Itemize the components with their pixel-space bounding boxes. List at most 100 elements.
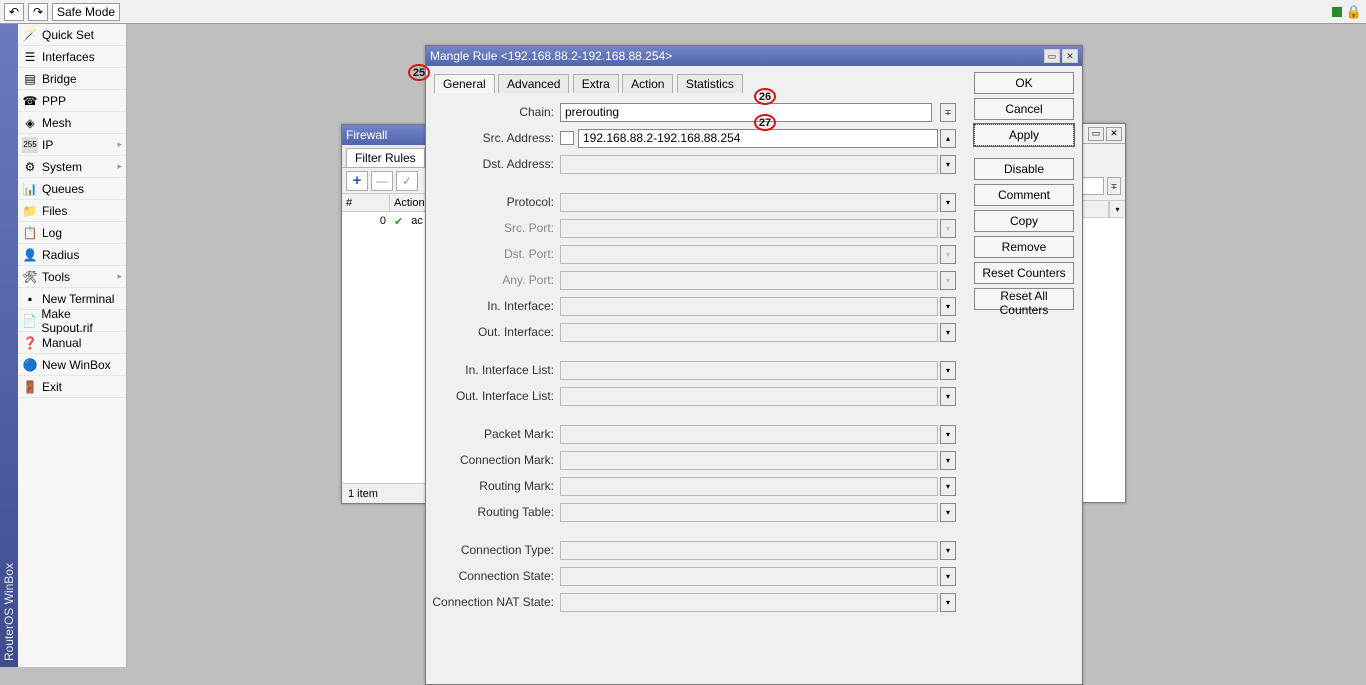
queues-icon: 📊 <box>22 181 38 197</box>
expand-button[interactable]: ▾ <box>940 503 956 522</box>
column-menu-button[interactable]: ▾ <box>1109 201 1125 217</box>
sidebar-item-label: Queues <box>42 182 84 196</box>
chain-input[interactable] <box>560 103 932 122</box>
tab-statistics[interactable]: Statistics <box>677 74 743 93</box>
annotation-badge-25: 25 <box>408 64 430 81</box>
protocol-input[interactable] <box>560 193 938 212</box>
routing-table-input[interactable] <box>560 503 938 522</box>
conn-mark-input[interactable] <box>560 451 938 470</box>
in-interface-input[interactable] <box>560 297 938 316</box>
expand-button[interactable]: ▾ <box>940 477 956 496</box>
routing-table-label: Routing Table: <box>432 505 560 519</box>
expand-button[interactable]: ▾ <box>940 593 956 612</box>
ppp-icon: ☎ <box>22 93 38 109</box>
close-button[interactable]: ✕ <box>1062 49 1078 63</box>
disable-button[interactable]: Disable <box>974 158 1074 180</box>
sidebar-item-mesh[interactable]: ◈Mesh <box>18 112 126 134</box>
sidebar-item-ppp[interactable]: ☎PPP <box>18 90 126 112</box>
sidebar-item-files[interactable]: 📁Files <box>18 200 126 222</box>
sidebar-item-label: Log <box>42 226 62 240</box>
sidebar-item-winbox[interactable]: 🔵New WinBox <box>18 354 126 376</box>
sidebar-item-label: Tools <box>42 270 70 284</box>
mangle-titlebar[interactable]: Mangle Rule <192.168.88.2-192.168.88.254… <box>426 46 1082 66</box>
src-address-input[interactable] <box>578 129 938 148</box>
out-interface-input[interactable] <box>560 323 938 342</box>
interfaces-icon: ☰ <box>22 49 38 65</box>
sidebar-item-interfaces[interactable]: ☰Interfaces <box>18 46 126 68</box>
undo-button[interactable]: ↶ <box>4 3 24 21</box>
add-button[interactable]: + <box>346 171 368 191</box>
sidebar-item-system[interactable]: ⚙System▸ <box>18 156 126 178</box>
tab-action[interactable]: Action <box>622 74 673 93</box>
reset-counters-button[interactable]: Reset Counters <box>974 262 1074 284</box>
redo-button[interactable]: ↷ <box>28 3 48 21</box>
sidebar-item-log[interactable]: 📋Log <box>18 222 126 244</box>
minimize-button[interactable]: ▭ <box>1044 49 1060 63</box>
sidebar-item-exit[interactable]: 🚪Exit <box>18 376 126 398</box>
dst-address-label: Dst. Address: <box>432 157 560 171</box>
sidebar-item-queues[interactable]: 📊 Queues <box>18 178 126 200</box>
mangle-rule-window: Mangle Rule <192.168.88.2-192.168.88.254… <box>425 45 1083 685</box>
out-iflist-input[interactable] <box>560 387 938 406</box>
expand-button[interactable]: ▾ <box>940 567 956 586</box>
ok-button[interactable]: OK <box>974 72 1074 94</box>
comment-button[interactable]: Comment <box>974 184 1074 206</box>
expand-button[interactable]: ▾ <box>940 361 956 380</box>
src-address-label: Src. Address: <box>432 131 560 145</box>
expand-button[interactable]: ▾ <box>940 323 956 342</box>
expand-button[interactable]: ▾ <box>940 425 956 444</box>
tab-extra[interactable]: Extra <box>573 74 619 93</box>
tab-general[interactable]: General <box>434 74 495 93</box>
any-port-label: Any. Port: <box>432 273 560 287</box>
tab-advanced[interactable]: Advanced <box>498 74 569 93</box>
sidebar-item-supout[interactable]: 📄Make Supout.rif <box>18 310 126 332</box>
brand-label: RouterOS WinBox <box>2 557 16 667</box>
src-address-invert-checkbox[interactable] <box>560 131 574 145</box>
minimize-button[interactable]: ▭ <box>1088 127 1104 141</box>
conn-state-input[interactable] <box>560 567 938 586</box>
sidebar-item-label: System <box>42 160 82 174</box>
ip-icon: 255 <box>22 137 38 153</box>
conn-mark-label: Connection Mark: <box>432 453 560 467</box>
in-iflist-input[interactable] <box>560 361 938 380</box>
sidebar-item-label: New WinBox <box>42 358 111 372</box>
tab-filter-rules[interactable]: Filter Rules <box>346 148 425 167</box>
sidebar-item-quickset[interactable]: 🪄Quick Set <box>18 24 126 46</box>
bridge-icon: ▤ <box>22 71 38 87</box>
conn-nat-input[interactable] <box>560 593 938 612</box>
sidebar-item-ip[interactable]: 255IP▸ <box>18 134 126 156</box>
copy-button[interactable]: Copy <box>974 210 1074 232</box>
expand-button[interactable]: ▾ <box>940 541 956 560</box>
expand-button[interactable]: ▾ <box>940 451 956 470</box>
safe-mode-button[interactable]: Safe Mode <box>52 3 120 21</box>
remove-button[interactable]: Remove <box>974 236 1074 258</box>
dst-port-input <box>560 245 938 264</box>
apply-button[interactable]: Apply <box>974 124 1074 146</box>
expand-button[interactable]: ▾ <box>940 155 956 174</box>
collapse-button[interactable]: ▴ <box>940 129 956 148</box>
sidebar-item-bridge[interactable]: ▤Bridge <box>18 68 126 90</box>
sidebar-item-radius[interactable]: 👤Radius <box>18 244 126 266</box>
expand-button[interactable]: ▾ <box>940 193 956 212</box>
brand-bar: RouterOS WinBox <box>0 24 18 667</box>
expand-button[interactable]: ▾ <box>940 387 956 406</box>
tools-icon: 🛠 <box>22 269 38 285</box>
routing-mark-input[interactable] <box>560 477 938 496</box>
dst-address-input[interactable] <box>560 155 938 174</box>
cancel-button[interactable]: Cancel <box>974 98 1074 120</box>
enable-button[interactable]: ✓ <box>396 171 418 191</box>
sidebar-item-manual[interactable]: ❓Manual <box>18 332 126 354</box>
chain-dropdown-button[interactable]: ∓ <box>940 103 956 122</box>
remove-button[interactable]: — <box>371 171 393 191</box>
sidebar-item-label: Make Supout.rif <box>41 307 122 335</box>
dropdown-button[interactable]: ∓ <box>1107 177 1121 195</box>
reset-all-counters-button[interactable]: Reset All Counters <box>974 288 1074 310</box>
close-button[interactable]: ✕ <box>1106 127 1122 141</box>
packet-mark-input[interactable] <box>560 425 938 444</box>
src-port-label: Src. Port: <box>432 221 560 235</box>
sidebar-item-tools[interactable]: 🛠Tools▸ <box>18 266 126 288</box>
expand-button[interactable]: ▾ <box>940 297 956 316</box>
conn-type-input[interactable] <box>560 541 938 560</box>
col-num[interactable]: # <box>342 194 390 211</box>
mangle-form: Chain: ∓ Src. Address: ▴ <box>426 93 966 621</box>
